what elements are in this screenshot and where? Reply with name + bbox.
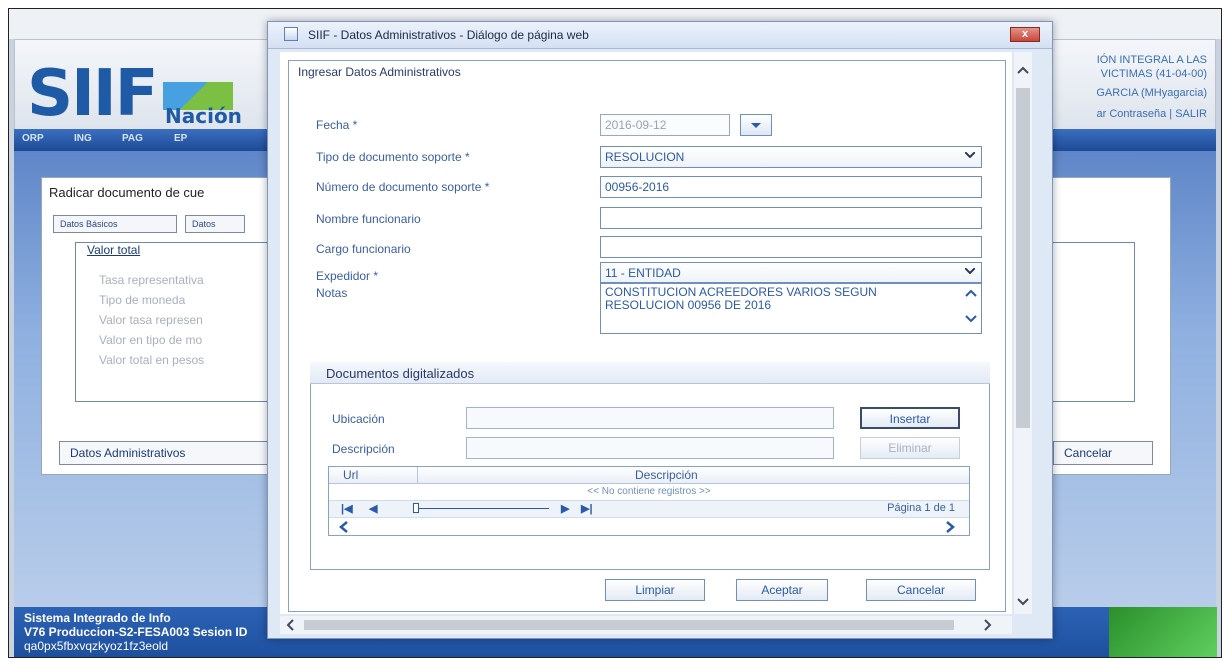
grid-pager: |◀ ◀ ▶ ▶| Página 1 de 1: [329, 500, 969, 518]
next-page-icon[interactable]: ▶: [561, 502, 569, 515]
dialog-close-button[interactable]: x: [1010, 27, 1040, 42]
grid-col-divider: [417, 467, 418, 483]
valor-total-title: Valor total: [87, 243, 141, 257]
nav-item-ep[interactable]: EP: [174, 133, 187, 144]
chevron-up-icon[interactable]: [965, 289, 977, 297]
screen-frame: SIIF Nación IÓN INTEGRAL A LAS VICTIMAS …: [8, 8, 1222, 658]
fieldset-legend: Ingresar Datos Administrativos: [298, 65, 461, 79]
chevron-right-icon[interactable]: [945, 521, 955, 533]
notas-text: CONSTITUCION ACREEDORES VARIOS SEGUN RES…: [605, 285, 877, 312]
tipo-documento-select[interactable]: RESOLUCION: [600, 146, 982, 168]
panel-title: Radicar documento de cue: [49, 185, 205, 200]
numero-documento-label: Número de documento soporte *: [316, 180, 490, 194]
tipo-documento-value: RESOLUCION: [605, 150, 685, 164]
cargo-funcionario-input[interactable]: [600, 236, 982, 258]
dialog-page-icon: [284, 27, 298, 41]
cancelar-button[interactable]: Cancelar: [866, 579, 976, 601]
pager-track: [415, 508, 549, 509]
header-entity-line1: IÓN INTEGRAL A LAS: [1096, 54, 1207, 66]
fecha-input[interactable]: 2016-09-12: [600, 114, 730, 136]
grid-header: Url Descripción: [329, 467, 969, 484]
logo-subtext: Nación: [165, 104, 242, 128]
bg-cancel-button[interactable]: Cancelar: [1053, 441, 1153, 465]
datos-administrativos-dialog: SIIF - Datos Administrativos - Diálogo d…: [267, 21, 1053, 639]
footer-version: V76 Produccion-S2-FESA003 Sesion ID: [24, 625, 248, 639]
header-user: GARCIA (MHyagarcia): [1096, 87, 1207, 99]
vertical-scroll-thumb[interactable]: [1016, 88, 1030, 428]
footer-arrow-icon: [1109, 607, 1217, 657]
datos-administrativos-button[interactable]: Datos Administrativos: [59, 441, 269, 465]
header-links[interactable]: ar Contraseña | SALIR: [1097, 108, 1207, 120]
expedidor-select[interactable]: 11 - ENTIDAD: [600, 262, 982, 284]
grid-col-url[interactable]: Url: [343, 468, 358, 482]
chevron-down-icon[interactable]: [1017, 598, 1029, 606]
chevron-down-icon[interactable]: [965, 315, 977, 323]
grid-col-descripcion[interactable]: Descripción: [635, 468, 698, 482]
cargo-funcionario-label: Cargo funcionario: [316, 242, 411, 256]
ubicacion-label: Ubicación: [332, 412, 385, 426]
pager-status: Página 1 de 1: [887, 502, 955, 514]
siif-logo: SIIF: [27, 57, 158, 131]
valor-total-item: Valor tasa represen: [99, 313, 203, 327]
chevron-down-icon: [965, 152, 975, 158]
grid-hscroll[interactable]: [329, 519, 969, 535]
insertar-button[interactable]: Insertar: [860, 407, 960, 429]
dialog-horizontal-scrollbar[interactable]: [280, 616, 1012, 634]
tab-datos[interactable]: Datos: [185, 215, 245, 233]
aceptar-button[interactable]: Aceptar: [736, 579, 828, 601]
chevron-down-icon: [965, 268, 975, 274]
ubicacion-input[interactable]: [466, 407, 834, 429]
chevron-left-icon[interactable]: [339, 521, 349, 533]
nombre-funcionario-label: Nombre funcionario: [316, 212, 421, 226]
pager-slider-handle[interactable]: [413, 503, 419, 513]
date-picker-button[interactable]: [740, 114, 772, 136]
nav-item-pag[interactable]: PAG: [122, 133, 143, 144]
descripcion-input[interactable]: [466, 437, 834, 459]
expedidor-label: Expedidor *: [316, 269, 379, 283]
nombre-funcionario-input[interactable]: [600, 207, 982, 229]
grid-empty-message: << No contiene registros >>: [587, 486, 711, 497]
horizontal-scroll-thumb[interactable]: [304, 620, 954, 630]
chevron-left-icon[interactable]: [286, 619, 294, 631]
nav-item-orp[interactable]: ORP: [22, 133, 44, 144]
footer-system-name: Sistema Integrado de Info: [24, 611, 171, 625]
fecha-label: Fecha *: [316, 118, 358, 132]
dialog-titlebar: SIIF - Datos Administrativos - Diálogo d…: [268, 22, 1052, 49]
notas-textarea[interactable]: CONSTITUCION ACREEDORES VARIOS SEGUN RES…: [600, 282, 982, 334]
limpiar-button[interactable]: Limpiar: [605, 579, 705, 601]
expedidor-value: 11 - ENTIDAD: [605, 266, 681, 280]
documentos-title: Documentos digitalizados: [326, 366, 475, 381]
valor-total-item: Valor total en pesos: [99, 353, 205, 367]
last-page-icon[interactable]: ▶|: [581, 502, 593, 515]
valor-total-item: Tasa representativa: [99, 273, 204, 287]
chevron-up-icon[interactable]: [1017, 66, 1029, 74]
descripcion-label: Descripción: [332, 442, 395, 456]
numero-documento-input[interactable]: 00956-2016: [600, 176, 982, 198]
dialog-title: SIIF - Datos Administrativos - Diálogo d…: [308, 28, 589, 42]
valor-total-item: Tipo de moneda: [99, 293, 186, 307]
chevron-right-icon[interactable]: [984, 619, 992, 631]
nav-item-ing[interactable]: ING: [74, 133, 92, 144]
eliminar-button[interactable]: Eliminar: [860, 437, 960, 459]
header-entity-line2: VICTIMAS (41-04-00): [1100, 68, 1207, 80]
chevron-down-icon: [751, 123, 761, 128]
documentos-grid: Url Descripción << No contiene registros…: [328, 466, 970, 536]
first-page-icon[interactable]: |◀: [341, 502, 353, 515]
tipo-documento-label: Tipo de documento soporte *: [316, 150, 470, 164]
tab-datos-basicos[interactable]: Datos Básicos: [53, 215, 177, 233]
notas-label: Notas: [316, 286, 348, 300]
prev-page-icon[interactable]: ◀: [369, 502, 377, 515]
dialog-vertical-scrollbar[interactable]: [1014, 52, 1032, 614]
valor-total-item: Valor en tipo de mo: [99, 333, 203, 347]
footer-session-id: qa0px5fbxvqzkyoz1fz3eold: [24, 639, 169, 653]
dialog-body: Ingresar Datos Administrativos Fecha * 2…: [280, 52, 1012, 614]
